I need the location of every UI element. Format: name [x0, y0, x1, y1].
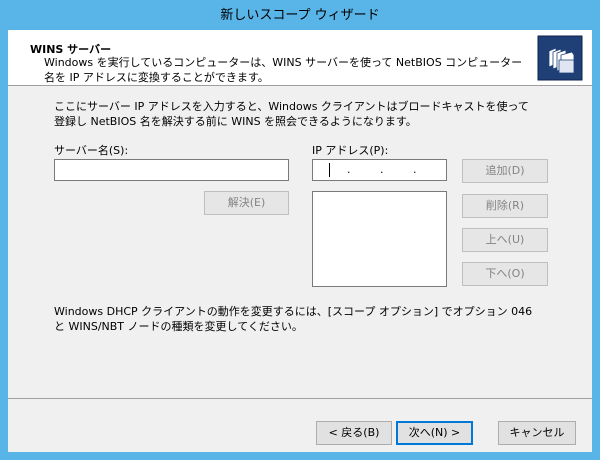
resolve-button[interactable]: 解決(E) — [204, 191, 289, 215]
ip-address-label: IP アドレス(P): — [312, 144, 389, 157]
move-up-button[interactable]: 上へ(U) — [462, 228, 548, 252]
ip-octet-1[interactable] — [317, 161, 345, 179]
ip-octet-3[interactable] — [383, 161, 411, 179]
option-note-text: Windows DHCP クライアントの動作を変更するには、[スコープ オプショ… — [54, 305, 533, 333]
server-name-input[interactable] — [54, 159, 289, 181]
remove-button[interactable]: 削除(R) — [462, 194, 548, 218]
footer-separator — [8, 398, 592, 399]
ip-octet-4[interactable] — [416, 161, 444, 179]
ip-octet-2[interactable] — [350, 161, 378, 179]
ip-address-list[interactable] — [312, 191, 447, 287]
cancel-button[interactable]: キャンセル — [498, 421, 576, 445]
wizard-folders-icon — [537, 35, 583, 81]
intro-text: ここにサーバー IP アドレスを入力すると、Windows クライアントはブロー… — [54, 100, 529, 128]
window-title: 新しいスコープ ウィザード — [220, 8, 380, 23]
page-description: Windows を実行しているコンピューターは、WINS サーバーを使って Ne… — [44, 56, 523, 84]
ip-address-input[interactable]: . . . — [312, 159, 447, 181]
move-down-button[interactable]: 下へ(O) — [462, 262, 548, 286]
back-button[interactable]: < 戻る(B) — [316, 421, 392, 445]
server-name-label: サーバー名(S): — [54, 144, 129, 157]
window-frame: 新しいスコープ ウィザード WINS サーバー Windows を実行しているコ… — [0, 0, 600, 460]
wizard-header: WINS サーバー Windows を実行しているコンピューターは、WINS サ… — [8, 30, 592, 86]
next-button[interactable]: 次へ(N) > — [396, 421, 473, 445]
add-button[interactable]: 追加(D) — [462, 159, 548, 183]
wizard-client-area: WINS サーバー Windows を実行しているコンピューターは、WINS サ… — [8, 30, 592, 452]
